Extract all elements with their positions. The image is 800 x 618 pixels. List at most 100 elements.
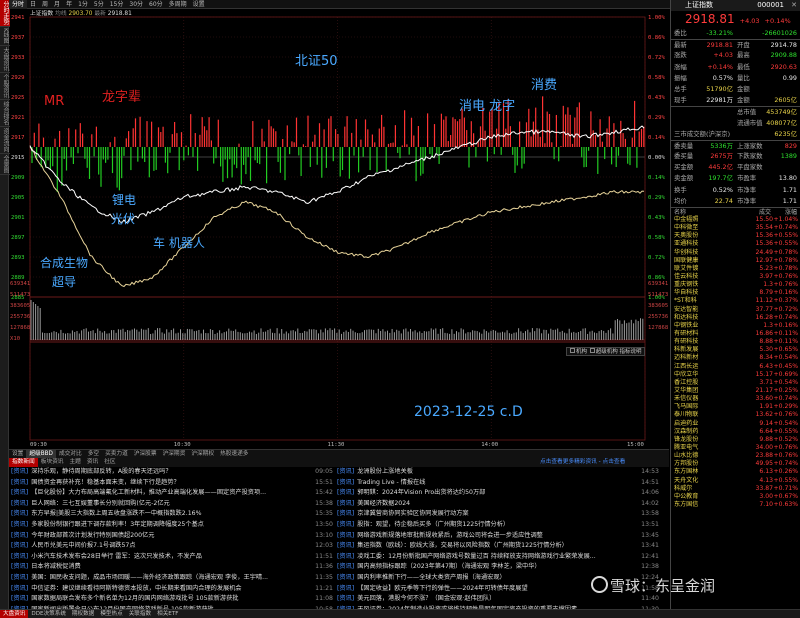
- stock-row[interactable]: 迈科新材 8.34 +0.54%: [671, 354, 800, 362]
- news-item[interactable]: [资讯] 凌戏工委：12月份新批国产网络游戏号数量过百 持续释放支持网络游戏行业繁…: [335, 551, 661, 563]
- news-title[interactable]: 网络游戏新规落地审批新规收紧后，游戏公司将会进一步适应性调整: [357, 532, 543, 539]
- status-tab[interactable]: 期权数据: [69, 610, 97, 618]
- news-title[interactable]: 人民币兑美元中间价报7.1号调跌57点: [31, 542, 135, 549]
- news-title[interactable]: 国内高频指标跟踪（2023年第47期）（海通宏观 李林芝，梁中华）: [357, 563, 540, 570]
- stock-row[interactable]: 佳云科技 3.97 +0.76%: [671, 273, 800, 281]
- news-item[interactable]: [资讯] 京津冀营商协同实验区协同发展行动方案 13:58: [335, 509, 661, 520]
- news-title[interactable]: 龙洲股份上涨地关板: [357, 468, 413, 475]
- stock-row[interactable]: 腾亚电气 34.00 +0.76%: [671, 444, 800, 452]
- stock-row[interactable]: 安达智能 37.77 +0.72%: [671, 306, 800, 314]
- news-title[interactable]: 京津冀营商协同实验区协同发展行动方案: [357, 510, 468, 517]
- news-title[interactable]: 东方早报|美股三大指数上周五收盘涨跌不一中概指数跌2.16%: [31, 510, 201, 517]
- news-title[interactable]: 【固定收益】欧元季等下行的弹性——2024年可转债年度展望: [357, 585, 527, 592]
- news-title[interactable]: 小米汽车技术发布会28日举行 雷军：这次只发技术，不发产品: [31, 553, 202, 560]
- news-tab[interactable]: 主题: [67, 458, 84, 467]
- news-item[interactable]: [资讯] 今年财政部首次计划发行特别国债超200亿元 13:10: [9, 530, 335, 542]
- news-item[interactable]: [资讯] 国家数据局联合发布多个新名单为12月的国内网络游戏批号 105款新游获批…: [9, 594, 335, 605]
- status-tab[interactable]: 相关ETF: [154, 610, 181, 618]
- quote-value: 197.7亿: [708, 174, 733, 183]
- news-title[interactable]: Trading Live - 情报在线: [357, 479, 425, 486]
- stock-row[interactable]: 禾信仪器 33.60 +0.74%: [671, 395, 800, 403]
- news-title[interactable]: 国内利率推新下行——全球大类资产周报（海通宏观）: [357, 574, 506, 581]
- stock-row[interactable]: *ST和科 11.12 +0.37%: [671, 297, 800, 305]
- news-item[interactable]: [资讯] 股指：观望，待企稳后买多（广州期货1225行情分析） 13:51: [335, 519, 661, 531]
- news-tab[interactable]: 资讯: [84, 458, 101, 467]
- news-title[interactable]: 国债资金再获补充！稳基本面未变，继续下行是趋势？: [31, 479, 180, 486]
- stock-row[interactable]: 联艾件镀 5.23 +0.78%: [671, 265, 800, 273]
- status-tab[interactable]: DDE决策系统: [28, 610, 69, 618]
- stock-row[interactable]: 启迪药业 9.14 +0.54%: [671, 420, 800, 428]
- stock-row[interactable]: 泰川物联 13.62 +0.76%: [671, 411, 800, 419]
- news-more-link[interactable]: 点击查看更多精彩资讯 - 点击查看: [540, 458, 660, 467]
- stock-row[interactable]: 有研材料 16.86 +0.11%: [671, 330, 800, 338]
- legend-help-link[interactable]: 指标说明: [620, 349, 642, 355]
- news-item[interactable]: [资讯] 美国：国民收支问题，成品市场回暖——海外经济政策跟踪（海通宏观 李俊，王…: [9, 572, 335, 584]
- stock-row[interactable]: 香江控股 3.71 +0.54%: [671, 379, 800, 387]
- stock-row[interactable]: 江西长运 6.43 +0.45%: [671, 363, 800, 371]
- stock-row[interactable]: 汉森制药 6.64 +0.55%: [671, 428, 800, 436]
- news-item[interactable]: [资讯] 【巨化股份】大力布局高端氟化工新材料，推动产业高端化发展——固定资产投资…: [9, 488, 335, 499]
- annotation-date: 2023-12-25 c.D: [414, 404, 523, 420]
- news-title[interactable]: 中信证券：建议继续看待阿斯特德资本投放，中长期来看国内合理的发展机会: [31, 585, 241, 592]
- stock-name: 东方国林: [674, 468, 699, 476]
- news-title[interactable]: 多家股份制银行跟进下调存款利率！3年定期调降幅度25个基点: [31, 521, 204, 528]
- stock-row[interactable]: 东方国信 7.10 +0.63%: [671, 501, 800, 509]
- stock-row[interactable]: 中金辐照 15.50 +1.04%: [671, 216, 800, 224]
- quote-value-2: 2920.63: [770, 62, 797, 71]
- news-tab[interactable]: 社区: [101, 458, 118, 467]
- stock-row[interactable]: 中公教育 3.00 +0.67%: [671, 493, 800, 501]
- news-item[interactable]: [资讯] 国债资金再获补充！稳基本面未变，继续下行是趋势？ 15:51: [9, 477, 335, 489]
- stock-row[interactable]: 华创科技 24.49 +0.78%: [671, 249, 800, 257]
- stock-row[interactable]: 中欣立华 15.17 +0.69%: [671, 371, 800, 379]
- news-item[interactable]: [资讯] 网络游戏新规落地审批新规收紧后，游戏公司将会进一步适应性调整 13:45: [335, 530, 661, 542]
- status-tab[interactable]: 关联指数: [126, 610, 154, 618]
- status-tab[interactable]: 大盘资讯: [0, 610, 29, 618]
- stock-row[interactable]: 东方国林 6.13 +0.26%: [671, 468, 800, 476]
- news-item[interactable]: [资讯] 巨人网络：三七互娱董事长分别就回购(亿元-2亿元 15:38: [9, 498, 335, 510]
- news-title[interactable]: 集运指数（欧线）：欧线大涨，交易将以风险指数（广州期货1225行情分析）: [357, 542, 568, 549]
- news-title[interactable]: 日本将减税促消费: [31, 563, 81, 570]
- news-title[interactable]: 凌戏工委：12月份新批国产网络游戏号数量过百 持续释放支持网络游戏行业繁荣发展.…: [357, 553, 596, 560]
- stock-row[interactable]: 中钢铁业 1.3 +0.16%: [671, 322, 800, 330]
- stock-row[interactable]: 国联健康 12.97 +0.78%: [671, 257, 800, 265]
- stock-row[interactable]: 山水比德 23.88 +0.76%: [671, 452, 800, 460]
- news-item[interactable]: [资讯] 深持乐观，静待周期底部反转，A股的春天还远吗？ 09:05: [9, 467, 335, 478]
- stock-price: 12.97: [755, 256, 773, 264]
- news-item[interactable]: [资讯] 郭明錤：2024年Vision Pro出货将达约50万部 14:06: [335, 488, 661, 499]
- news-item[interactable]: [资讯] 国内高频指标跟踪（2023年第47期）（海通宏观 李林芝，梁中华） 12:…: [335, 562, 661, 573]
- news-title[interactable]: 国家数据局联合发布多个新名单为12月的国内网络游戏批号 105款新游获批: [31, 595, 238, 602]
- stock-row[interactable]: 和达科技 16.28 +0.74%: [671, 314, 800, 322]
- news-title[interactable]: 【巨化股份】大力布局高端氟化工新材料，推动产业高端化发展——固定资产投资项...: [31, 489, 266, 496]
- status-tab[interactable]: 模型热点: [97, 610, 125, 618]
- news-item[interactable]: [资讯] 美国经济数据2024 14:02: [335, 498, 661, 510]
- news-tab[interactable]: 板块资讯: [38, 458, 67, 467]
- news-item[interactable]: [资讯] Trading Live - 情报在线 14:51: [335, 477, 661, 489]
- news-title[interactable]: 巨人网络：三七互娱董事长分别就回购(亿元-2亿元: [31, 500, 170, 507]
- stock-row[interactable]: 天舟文化 4.13 +0.55%: [671, 477, 800, 485]
- news-item[interactable]: [资讯] 日本将减税促消费 11:36: [9, 562, 335, 573]
- pct-axis-label: 0.14%: [648, 175, 665, 181]
- news-title[interactable]: 美国：国民收支问题，成品市场回暖——海外经济政策跟踪（海通宏观 李俊，王宇晴..…: [31, 574, 268, 581]
- stock-price: 9.88: [759, 435, 773, 443]
- news-title[interactable]: 今年财政部首次计划发行特别国债超200亿元: [31, 532, 154, 539]
- news-title[interactable]: 股指：观望，待企稳后买多（广州期货1225行情分析）: [357, 521, 509, 528]
- price-axis-label: 2921: [11, 115, 24, 121]
- close-icon[interactable]: ✕: [791, 0, 797, 11]
- news-title[interactable]: 郭明錤：2024年Vision Pro出货将达约50万部: [357, 489, 485, 496]
- news-item[interactable]: [资讯] 人民币兑美元中间价报7.1号调跌57点 12:03: [9, 541, 335, 552]
- stock-row[interactable]: 亚通科技 15.36 +0.55%: [671, 240, 800, 248]
- news-tab[interactable]: 指数新闻: [9, 458, 38, 467]
- news-item[interactable]: [资讯] 小米汽车技术发布会28日举行 雷军：这次只发技术，不发产品 11:51: [9, 551, 335, 563]
- news-title[interactable]: 美元回落，港股今何不涨？（国金宏观·赵伟团队）: [357, 595, 495, 602]
- news-title[interactable]: 美国经济数据2024: [357, 500, 410, 507]
- stock-row[interactable]: 艾华集团 21.17 +0.25%: [671, 387, 800, 395]
- news-item[interactable]: [资讯] 中信证券：建议继续看待阿斯特德资本投放，中长期来看国内合理的发展机会 11…: [9, 583, 335, 595]
- news-item[interactable]: [资讯] 东方早报|美股三大指数上周五收盘涨跌不一中概指数跌2.16% 15:35: [9, 509, 335, 520]
- news-item[interactable]: [资讯] 多家股份制银行跟进下调存款利率！3年定期调降幅度25个基点 13:50: [9, 519, 335, 531]
- stock-row[interactable]: 锋龙股份 9.88 +0.52%: [671, 436, 800, 444]
- news-item[interactable]: [资讯] 龙洲股份上涨地关板 14:53: [335, 467, 661, 478]
- news-item[interactable]: [资讯] 集运指数（欧线）：欧线大涨，交易将以风险指数（广州期货1225行情分析）…: [335, 541, 661, 552]
- annotation-hecheng: 合成生物: [40, 256, 89, 270]
- news-title[interactable]: 深持乐观，静待周期底部反转，A股的春天还远吗？: [31, 468, 171, 475]
- stock-row[interactable]: 科威尔 33.87 +0.71%: [671, 485, 800, 493]
